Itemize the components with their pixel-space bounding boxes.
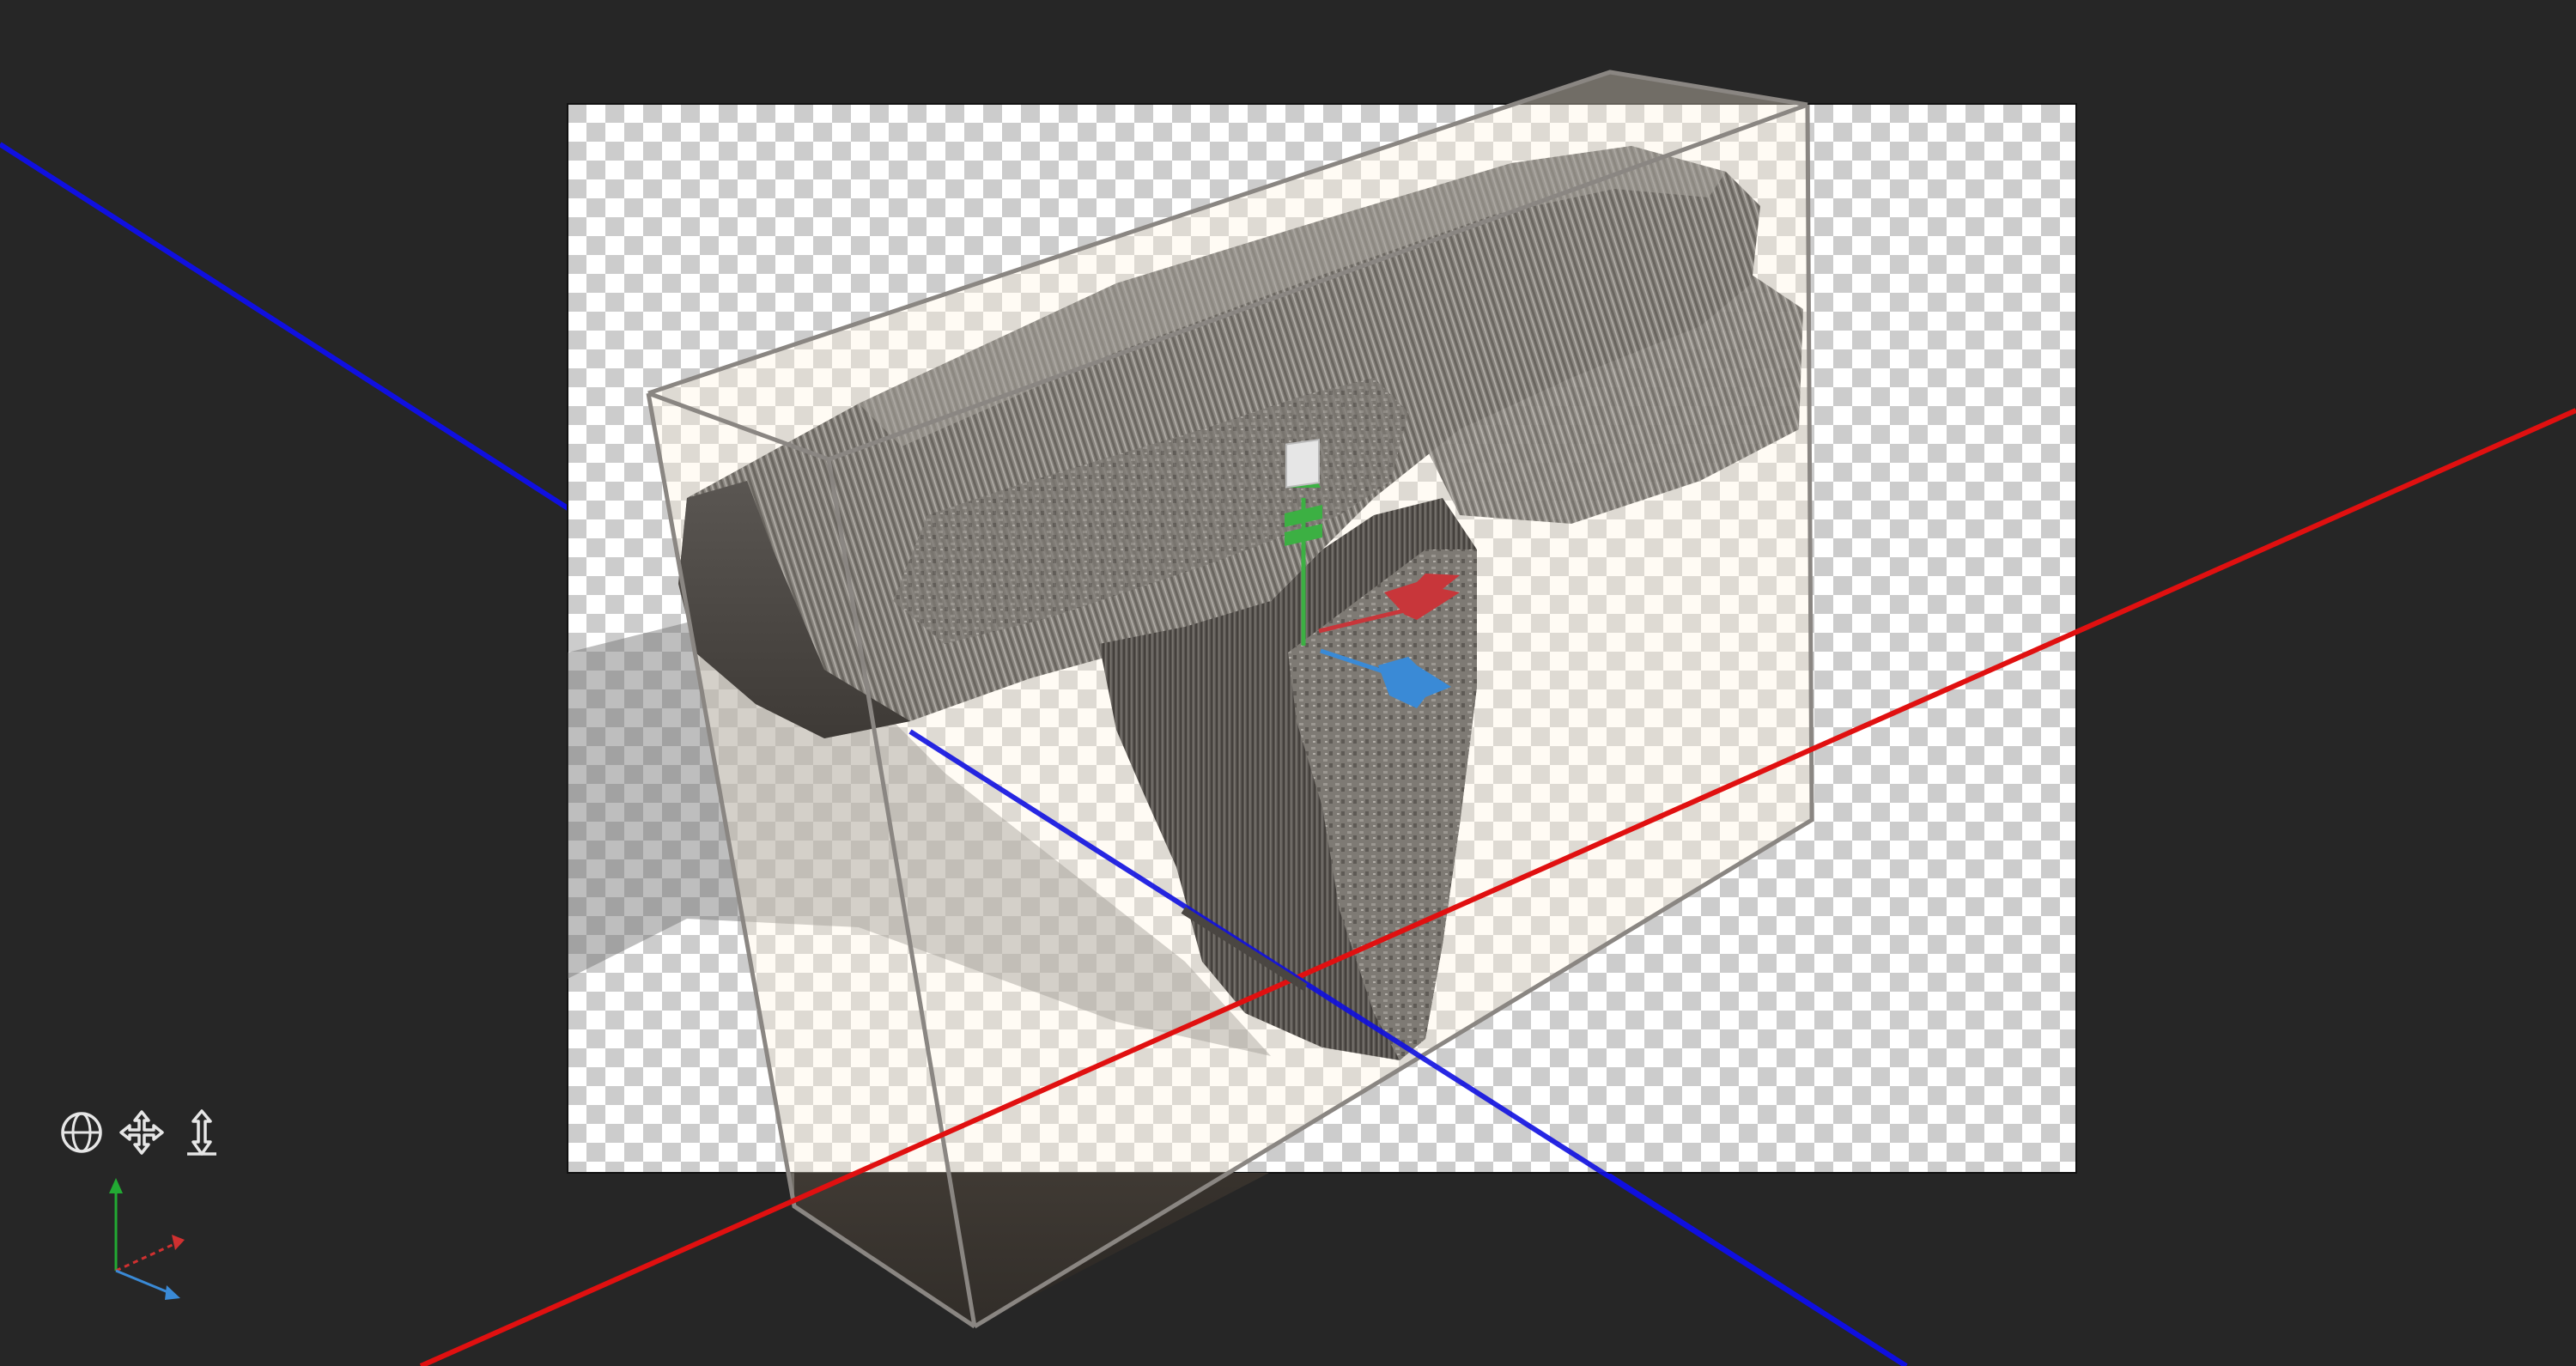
bounding-box-floor [794, 1173, 1269, 1327]
orientation-triad [109, 1178, 185, 1300]
dolly-camera-icon[interactable] [177, 1108, 227, 1157]
orbit-camera-icon[interactable] [57, 1108, 106, 1157]
scene-canvas[interactable] [0, 0, 2576, 1366]
3d-viewport[interactable] [0, 0, 2576, 1366]
pan-camera-icon[interactable] [117, 1108, 167, 1157]
gizmo-center-handle [1285, 438, 1320, 489]
